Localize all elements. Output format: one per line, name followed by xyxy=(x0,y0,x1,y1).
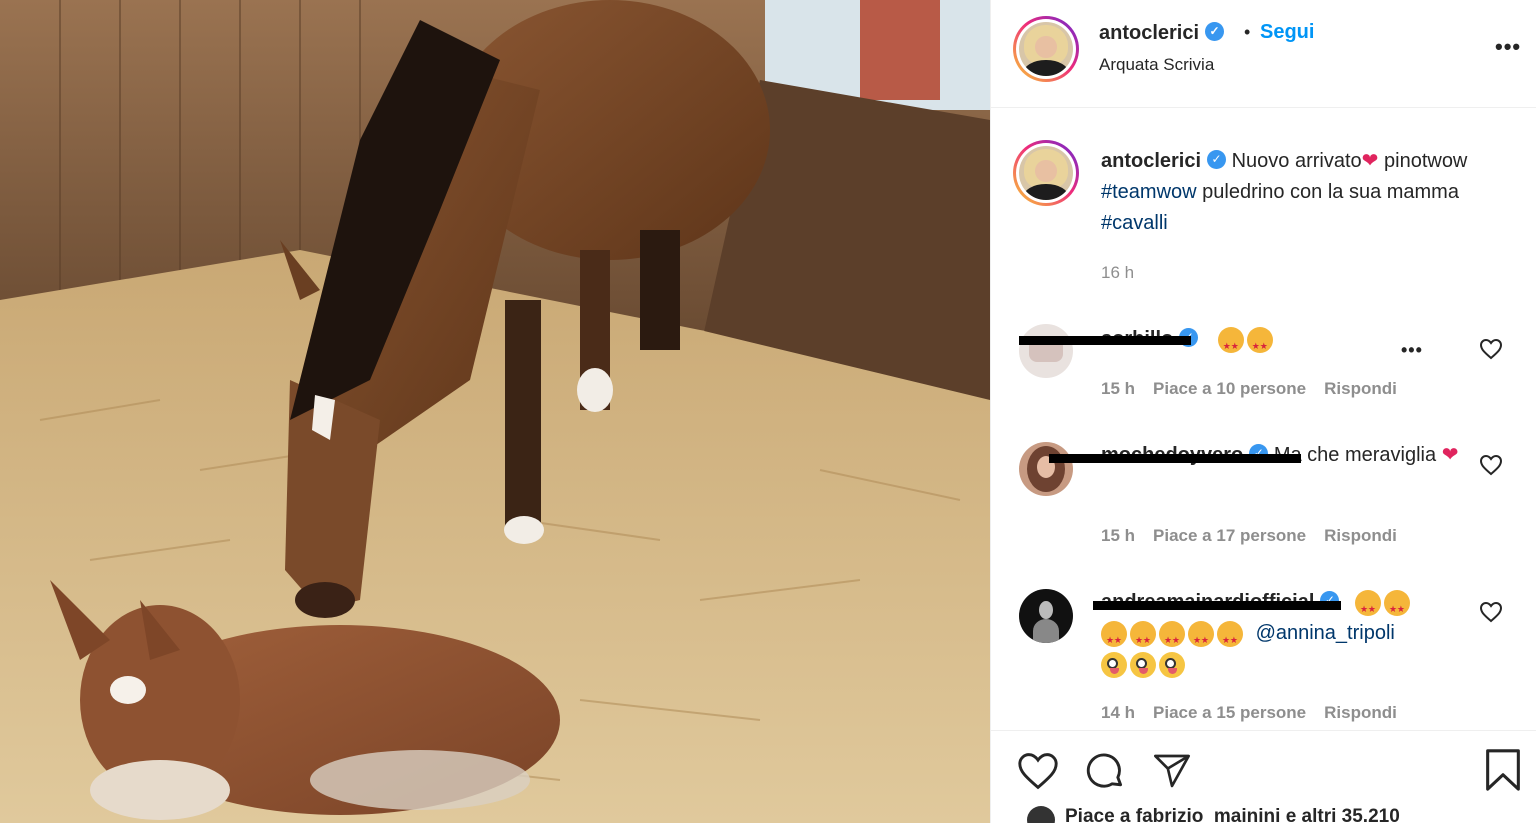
comment-timestamp[interactable]: 15 h xyxy=(1101,526,1135,545)
reply-button[interactable]: Rispondi xyxy=(1324,703,1397,722)
caption-timestamp[interactable]: 16 h xyxy=(1101,263,1134,283)
comment-bubble-icon[interactable] xyxy=(1083,749,1127,793)
header-separator: • xyxy=(1244,22,1251,42)
star-struck-emoji-icon xyxy=(1246,326,1273,362)
zany-face-emoji-icon xyxy=(1101,651,1127,678)
location-link[interactable]: Arquata Scrivia xyxy=(1099,55,1214,75)
post-caption: antoclerici ✓ Nuovo arrivato❤ pinotwow #t… xyxy=(1101,146,1521,239)
star-struck-emoji-icon xyxy=(1383,589,1410,625)
mention-link[interactable]: @annina_tripoli xyxy=(1256,622,1395,644)
comment-avatar[interactable] xyxy=(1019,442,1073,496)
star-struck-emoji-icon xyxy=(1188,620,1214,656)
reply-button[interactable]: Rispondi xyxy=(1324,379,1397,398)
likes-summary[interactable]: Piace a fabrizio_mainini e altri 35.210 xyxy=(1065,806,1400,823)
caption-text-2: pinotwow xyxy=(1384,150,1468,172)
comment-item: andreamainardiofficial✓ @annina_tripoli … xyxy=(991,585,1536,725)
caption-avatar[interactable] xyxy=(1013,140,1079,206)
like-comment-heart-icon[interactable] xyxy=(1479,338,1503,360)
caption-text-3: puledrino con la sua mamma xyxy=(1202,181,1459,203)
follow-button[interactable]: Segui xyxy=(1260,21,1314,44)
comment-more-options-icon[interactable]: ••• xyxy=(1401,340,1423,361)
star-struck-emoji-icon xyxy=(1217,326,1244,362)
comment-item: sorbillo✓ ••• 15 hPiace a 10 personeRisp… xyxy=(991,320,1536,420)
comment-meta: 15 h Piace a 17 persone Rispondi xyxy=(1101,526,1415,546)
star-struck-emoji-icon xyxy=(1101,620,1127,656)
redaction-bar xyxy=(1093,601,1341,610)
comment-meta: 14 h Piace a 15 persone Rispondi xyxy=(1101,703,1415,723)
redaction-bar xyxy=(1049,454,1301,463)
zany-face-emoji-icon xyxy=(1159,651,1185,678)
hashtag-link[interactable]: #teamwow xyxy=(1101,181,1197,203)
more-options-icon[interactable]: ••• xyxy=(1495,34,1521,60)
comment-likes-count[interactable]: Piace a 17 persone xyxy=(1153,526,1306,545)
like-comment-heart-icon[interactable] xyxy=(1479,454,1503,476)
comment-likes-count[interactable]: Piace a 15 persone xyxy=(1153,703,1306,722)
save-bookmark-icon[interactable] xyxy=(1483,747,1523,793)
verified-badge-icon: ✓ xyxy=(1207,150,1227,170)
star-struck-emoji-icon xyxy=(1130,620,1156,656)
redaction-bar xyxy=(1019,336,1191,345)
horse-and-foal-image xyxy=(0,0,990,823)
post-header: antoclerici ✓ • Segui Arquata Scrivia ••• xyxy=(991,0,1536,108)
zany-face-emoji-icon xyxy=(1130,651,1156,678)
star-struck-emoji-icon xyxy=(1159,620,1185,656)
star-struck-emoji-icon xyxy=(1354,589,1381,625)
post-photo[interactable] xyxy=(0,0,990,823)
comment-avatar[interactable] xyxy=(1019,589,1073,643)
heart-emoji-icon: ❤ xyxy=(1441,444,1459,466)
comment-item: mochedoyvero✓ Ma che meraviglia ❤ 15 hPi… xyxy=(991,438,1536,558)
comment-avatar[interactable] xyxy=(1019,324,1073,378)
comment-timestamp[interactable]: 14 h xyxy=(1101,703,1135,722)
header-username-text[interactable]: antoclerici xyxy=(1099,22,1199,44)
star-struck-emoji-icon xyxy=(1217,620,1243,656)
heart-emoji-icon: ❤ xyxy=(1361,150,1379,172)
caption-text-1: Nuovo arrivato xyxy=(1231,150,1362,172)
avatar[interactable] xyxy=(1013,16,1079,82)
reply-button[interactable]: Rispondi xyxy=(1324,526,1397,545)
post-details-panel: antoclerici ✓ • Segui Arquata Scrivia •••… xyxy=(990,0,1536,823)
comment-meta: 15 h Piace a 10 persone Rispondi xyxy=(1101,379,1415,399)
caption-username[interactable]: antoclerici xyxy=(1101,150,1201,172)
share-paper-plane-icon[interactable] xyxy=(1151,751,1193,791)
comment-timestamp[interactable]: 15 h xyxy=(1101,379,1135,398)
verified-badge-icon: ✓ xyxy=(1205,22,1225,42)
like-comment-heart-icon[interactable] xyxy=(1479,601,1503,623)
hashtag-link[interactable]: #cavalli xyxy=(1101,212,1168,234)
like-heart-icon[interactable] xyxy=(1016,751,1060,791)
header-username[interactable]: antoclerici ✓ xyxy=(1099,22,1225,45)
comment-likes-count[interactable]: Piace a 10 persone xyxy=(1153,379,1306,398)
